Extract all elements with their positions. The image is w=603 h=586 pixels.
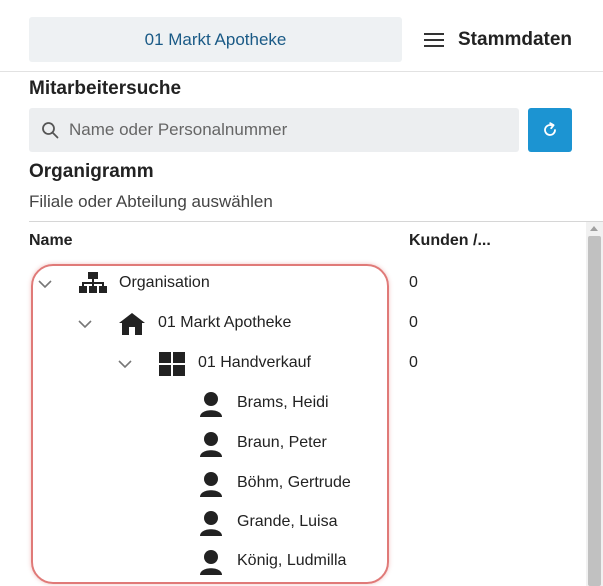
- tree-node-label: 01 Markt Apotheke: [158, 314, 292, 331]
- employee-search-box[interactable]: [29, 108, 519, 152]
- top-bar: 01 Markt Apotheke Stammdaten: [0, 0, 603, 72]
- tree-node-employee[interactable]: Grande, Luisa: [29, 503, 579, 543]
- tree-node-count: 0: [409, 274, 418, 291]
- tree-node-count: 0: [409, 314, 418, 331]
- tree-node-count: 0: [409, 354, 418, 371]
- sitemap-icon: [79, 272, 107, 293]
- tree-node-organisation[interactable]: Organisation 0: [29, 264, 579, 304]
- tree-node-label: Braun, Peter: [237, 434, 327, 451]
- tree-node-label: Grande, Luisa: [237, 513, 338, 530]
- grid-icon: [159, 352, 185, 376]
- branch-label: 01 Markt Apotheke: [144, 29, 287, 49]
- column-header-customers[interactable]: Kunden /...: [409, 232, 491, 250]
- person-icon: [200, 392, 222, 417]
- tree-scrollbar[interactable]: [586, 222, 603, 586]
- org-chart-subtitle: Filiale oder Abteilung auswählen: [29, 192, 273, 211]
- tree-node-employee[interactable]: Braun, Peter: [29, 424, 579, 464]
- scroll-up-arrow-icon[interactable]: [590, 226, 598, 231]
- menu-button[interactable]: Stammdaten: [424, 20, 572, 60]
- chevron-down-icon[interactable]: [37, 276, 53, 292]
- person-icon: [200, 511, 222, 536]
- person-icon: [200, 472, 222, 497]
- branch-selector[interactable]: 01 Markt Apotheke: [29, 17, 402, 62]
- refresh-icon: [544, 122, 556, 136]
- tree-node-department[interactable]: 01 Handverkauf 0: [29, 344, 579, 384]
- tree-node-branch[interactable]: 01 Markt Apotheke 0: [29, 304, 579, 344]
- menu-label: Stammdaten: [458, 29, 573, 50]
- employee-search-title: Mitarbeitersuche: [29, 78, 182, 99]
- home-icon: [119, 313, 145, 335]
- search-icon: [42, 122, 59, 139]
- divider: [29, 221, 603, 222]
- column-header-name[interactable]: Name: [29, 232, 73, 250]
- tree-node-employee[interactable]: Brams, Heidi: [29, 384, 579, 424]
- person-icon: [200, 432, 222, 457]
- tree-node-label: Böhm, Gertrude: [237, 474, 351, 491]
- scroll-thumb[interactable]: [588, 236, 601, 586]
- tree-node-label: Brams, Heidi: [237, 394, 329, 411]
- tree-node-label: König, Ludmilla: [237, 552, 347, 569]
- refresh-button[interactable]: [528, 108, 572, 152]
- employee-search-input[interactable]: [69, 120, 509, 140]
- org-chart-title: Organigramm: [29, 161, 154, 182]
- tree-node-label: 01 Handverkauf: [198, 354, 311, 371]
- hamburger-icon: [424, 33, 444, 47]
- tree-node-employee[interactable]: Böhm, Gertrude: [29, 464, 579, 504]
- chevron-down-icon[interactable]: [77, 316, 93, 332]
- chevron-down-icon[interactable]: [117, 356, 133, 372]
- person-icon: [200, 550, 222, 575]
- tree-node-label: Organisation: [119, 274, 210, 291]
- tree-node-employee[interactable]: König, Ludmilla: [29, 542, 579, 582]
